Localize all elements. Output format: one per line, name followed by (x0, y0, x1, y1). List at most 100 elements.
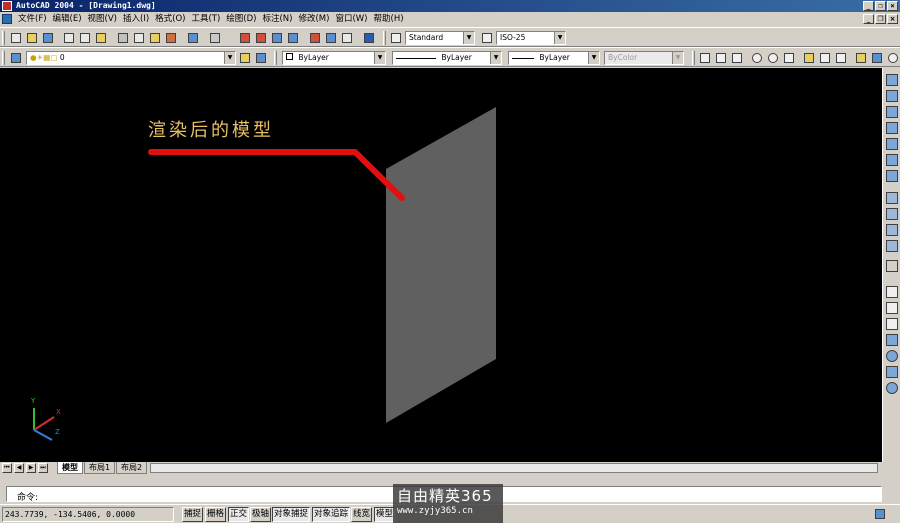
tool-palettes-icon[interactable] (340, 31, 354, 45)
chevron-down-icon[interactable]: ▼ (588, 52, 599, 64)
snap-toggle[interactable]: 捕捉 (182, 507, 204, 522)
pan-realtime-icon[interactable] (238, 31, 252, 45)
cut-icon[interactable] (116, 31, 130, 45)
layer-select[interactable]: ●☀▦▢ 0 ▼ (26, 51, 236, 65)
properties-icon[interactable] (308, 31, 322, 45)
chevron-down-icon[interactable]: ▼ (463, 32, 474, 44)
hide-icon[interactable] (886, 286, 898, 298)
aligned-dimension-icon[interactable] (714, 51, 728, 65)
autocad-app-icon[interactable] (2, 1, 12, 11)
text-style-icon[interactable] (389, 31, 403, 45)
copy-icon[interactable] (132, 31, 146, 45)
first-tab-icon[interactable]: ⏮ (2, 463, 12, 473)
print-icon[interactable] (62, 31, 76, 45)
menu-tools[interactable]: 工具(T) (191, 12, 226, 26)
toolbar-grip[interactable] (2, 51, 5, 65)
slice-icon[interactable] (886, 208, 898, 220)
osnap-toggle[interactable]: 对象捕捉 (272, 507, 311, 522)
otrack-toggle[interactable]: 对象追踪 (312, 507, 351, 522)
chevron-down-icon[interactable]: ▼ (554, 32, 565, 44)
menu-insert[interactable]: 插入(I) (123, 12, 155, 26)
menu-modify[interactable]: 修改(M) (298, 12, 335, 26)
flat-shaded-icon[interactable] (886, 334, 898, 346)
doc-restore-button[interactable]: ❐ (875, 14, 886, 24)
radius-dimension-icon[interactable] (750, 51, 764, 65)
chevron-down-icon[interactable]: ▼ (224, 52, 235, 64)
toolbar-grip[interactable] (692, 51, 695, 65)
design-center-icon[interactable] (324, 31, 338, 45)
color-select[interactable]: ByLayer ▼ (282, 51, 386, 65)
gouraud-shaded-icon[interactable] (886, 350, 898, 362)
wedge-icon[interactable] (886, 138, 898, 150)
section-icon[interactable] (886, 224, 898, 236)
box-icon[interactable] (886, 74, 898, 86)
dimension-style-select[interactable]: ISO-25 ▼ (496, 31, 566, 45)
menu-format[interactable]: 格式(O) (155, 12, 191, 26)
last-tab-icon[interactable]: ⏭ (38, 463, 48, 473)
torus-icon[interactable] (886, 154, 898, 166)
chevron-down-icon[interactable]: ▼ (490, 52, 501, 64)
coordinates-display[interactable]: 243.7739, -134.5406, 0.0000 (2, 507, 174, 522)
tab-model[interactable]: 模型 (57, 462, 83, 474)
minimize-button[interactable]: _ (863, 1, 874, 11)
menu-view[interactable]: 视图(V) (88, 12, 123, 26)
hidden-shade-icon[interactable] (886, 318, 898, 330)
toolbar-grip[interactable] (2, 31, 5, 45)
cone-icon[interactable] (886, 122, 898, 134)
open-file-icon[interactable] (25, 31, 39, 45)
linetype-select[interactable]: ByLayer ▼ (392, 51, 502, 65)
communication-center-icon[interactable] (873, 507, 887, 521)
tolerance-icon[interactable] (870, 51, 884, 65)
drawing-area[interactable]: Y X Z 渲染后的模型 (0, 68, 882, 462)
center-mark-icon[interactable] (886, 51, 900, 65)
flat-edges-on-icon[interactable] (886, 366, 898, 378)
toolbar-grip[interactable] (383, 31, 386, 45)
quick-dimension-icon[interactable] (802, 51, 816, 65)
tab-layout2[interactable]: 布局2 (116, 462, 148, 474)
revolve-icon[interactable] (886, 192, 898, 204)
lineweight-select[interactable]: ByLayer ▼ (508, 51, 600, 65)
document-icon[interactable] (2, 14, 12, 24)
baseline-dimension-icon[interactable] (818, 51, 832, 65)
angular-dimension-icon[interactable] (782, 51, 796, 65)
lineweight-toggle[interactable]: 线宽 (351, 507, 373, 522)
paste-icon[interactable] (148, 31, 162, 45)
publish-icon[interactable] (94, 31, 108, 45)
menu-edit[interactable]: 编辑(E) (53, 12, 88, 26)
ordinate-dimension-icon[interactable] (730, 51, 744, 65)
grid-toggle[interactable]: 栅格 (205, 507, 227, 522)
diameter-dimension-icon[interactable] (766, 51, 780, 65)
menu-draw[interactable]: 绘图(D) (226, 12, 262, 26)
quick-leader-icon[interactable] (854, 51, 868, 65)
restore-button[interactable]: ❐ (875, 1, 886, 11)
extrude-icon[interactable] (886, 170, 898, 182)
model-toggle[interactable]: 模型 (374, 507, 396, 522)
match-properties-icon[interactable] (164, 31, 178, 45)
doc-close-button[interactable]: × (887, 14, 898, 24)
print-preview-icon[interactable] (78, 31, 92, 45)
continue-dimension-icon[interactable] (834, 51, 848, 65)
zoom-realtime-icon[interactable] (254, 31, 268, 45)
polar-toggle[interactable]: 极轴 (250, 507, 272, 522)
tab-layout1[interactable]: 布局1 (84, 462, 116, 474)
menu-file[interactable]: 文件(F) (18, 12, 53, 26)
menu-dimension[interactable]: 标注(N) (262, 12, 298, 26)
sphere-icon[interactable] (886, 90, 898, 102)
rendered-plane-model[interactable] (386, 107, 496, 423)
layer-manager-icon[interactable] (9, 51, 23, 65)
next-tab-icon[interactable]: ▶ (26, 463, 36, 473)
text-style-select[interactable]: Standard ▼ (405, 31, 475, 45)
toolbar-grip[interactable] (274, 51, 277, 65)
save-icon[interactable] (41, 31, 55, 45)
zoom-window-icon[interactable] (270, 31, 284, 45)
ortho-toggle[interactable]: 正交 (228, 507, 250, 522)
linear-dimension-icon[interactable] (698, 51, 712, 65)
3d-wireframe-icon[interactable] (886, 302, 898, 314)
make-object-layer-current-icon[interactable] (238, 51, 252, 65)
undo-icon[interactable] (186, 31, 200, 45)
zoom-previous-icon[interactable] (286, 31, 300, 45)
help-icon[interactable] (362, 31, 376, 45)
cylinder-icon[interactable] (886, 106, 898, 118)
redo-icon[interactable] (208, 31, 222, 45)
menu-window[interactable]: 窗口(W) (335, 12, 373, 26)
